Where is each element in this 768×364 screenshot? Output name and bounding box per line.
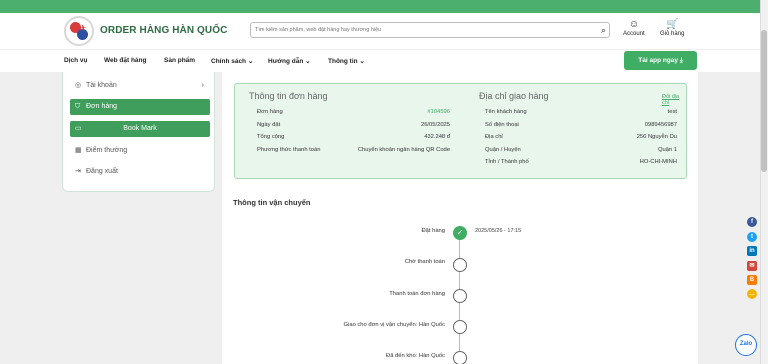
chevron-down-icon: ⌄ [305,58,311,65]
account-icon: ◎ [75,82,82,89]
timeline-step-label: Đặt hàng [421,228,445,234]
check-icon: ✓ [453,226,467,240]
blogger-icon[interactable]: B [747,275,757,285]
account-sidebar: ◎ Tài khoản › ⛉ Đơn hàng ▭ Book Mark ▦ Đ… [62,72,215,192]
download-app-button[interactable]: Tải app ngay ⤓ [624,51,697,70]
bag-icon: ⛉ [75,103,81,110]
chevron-down-icon: ⌄ [359,58,365,65]
order-summary-box: Thông tin đơn hàng Đơn hàng #104596 Ngày… [234,83,687,179]
nav-item-order-sites[interactable]: Web đặt hàng [104,57,147,64]
nav-item-products[interactable]: Sản phẩm [164,57,195,64]
timeline-step-time: 2025/05/26 - 17:15 [475,228,522,234]
order-info-title: Thông tin đơn hàng [249,91,328,101]
order-row-total: Tổng cộng 432.248 đ [257,134,450,140]
search-icon[interactable]: ⌕ [601,25,606,36]
timeline-step-dot [453,351,467,364]
order-row-id: Đơn hàng #104596 [257,109,450,115]
sidebar-item-account[interactable]: ◎ Tài khoản › [70,78,210,94]
nav-item-services[interactable]: Dịch vụ [64,57,87,64]
gift-icon: ▦ [75,147,82,154]
address-row-street: Địa chỉ 256 Nguyễn Du [485,134,677,140]
twitter-icon[interactable]: t [747,232,757,242]
nav-item-guide[interactable]: Hướng dẫn ⌄ [268,57,311,65]
mail-icon[interactable]: ✉ [747,261,757,271]
search-input[interactable] [255,24,585,36]
chat-icon[interactable]: … [747,289,757,299]
nav-item-info[interactable]: Thông tin ⌄ [328,57,365,65]
timeline-step-label: Chờ thanh toán [404,259,445,265]
order-row-date: Ngày đặt 26/05/2025 [257,122,450,128]
order-id-link[interactable]: #104596 [427,109,450,115]
download-icon: ⤓ [679,57,683,64]
account-button[interactable]: ☺ Account [623,19,645,38]
timeline-step-label: Giao cho đơn vị vận chuyển: Hàn Quốc [343,322,445,328]
sidebar-item-bookmark[interactable]: ▭ Book Mark [70,121,210,137]
timeline-step-label: Đã đến kho: Hàn Quốc [386,353,445,359]
order-detail-panel: Thông tin đơn hàng Đơn hàng #104596 Ngày… [222,72,698,364]
account-label: Account [623,31,645,37]
logout-icon: ⇥ [75,168,81,175]
address-row-name: Tên khách hàng test [485,109,677,115]
timeline-step-dot [453,289,467,303]
sidebar-item-logout[interactable]: ⇥ Đăng xuất [70,164,210,180]
address-row-city: Tỉnh / Thành phố HO-CHI-MINH [485,159,677,165]
sidebar-item-points[interactable]: ▦ Điểm thưởng [70,143,210,159]
timeline-step-dot [453,258,467,272]
shipping-title: Thông tin vận chuyển [233,198,311,207]
cart-label: Giỏ hàng [660,31,685,37]
chevron-right-icon: › [201,82,204,89]
change-address-link[interactable]: Đổi địa chỉ [662,94,686,106]
cart-button[interactable]: 🛒 Giỏ hàng [660,19,685,38]
bookmark-icon: ▭ [75,125,82,132]
brand-name[interactable]: ORDER HÀNG HÀN QUỐC [100,25,227,36]
address-row-district: Quận / Huyện Quận 1 [485,147,677,153]
address-title: Địa chỉ giao hàng [479,91,549,101]
timeline-step-label: Thanh toán đơn hàng [389,291,445,297]
order-row-payment: Phương thức thanh toán Chuyển khoản ngân… [257,147,450,153]
zalo-chat-button[interactable]: Zalo [735,334,757,356]
top-accent-bar [0,0,760,13]
site-logo[interactable]: ✈ [64,16,94,46]
user-icon: ☺ [628,19,639,30]
chevron-down-icon: ⌄ [247,58,254,65]
facebook-icon[interactable]: f [747,217,757,227]
nav-item-policy[interactable]: Chính sách ⌄ [211,57,253,65]
sidebar-item-orders[interactable]: ⛉ Đơn hàng [70,99,210,115]
linkedin-icon[interactable]: in [747,246,757,256]
timeline-step-dot [453,320,467,334]
search-box: ⌕ [250,22,610,38]
scrollbar-thumb[interactable] [761,30,767,172]
cart-icon: 🛒 [665,19,679,30]
address-row-phone: Số điện thoại 0989456987 [485,122,677,128]
